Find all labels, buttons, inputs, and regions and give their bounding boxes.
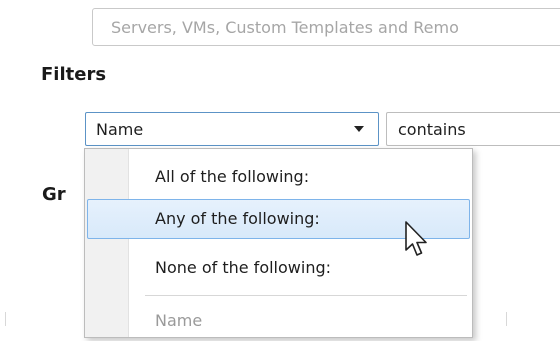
filter-field-select[interactable]: Name: [85, 112, 379, 146]
scope-field[interactable]: Servers, VMs, Custom Templates and Remo: [92, 8, 560, 46]
menu-item-name[interactable]: Name: [87, 301, 470, 341]
divider: [506, 312, 507, 326]
menu-item-label: All of the following:: [155, 167, 310, 186]
filter-field-value: Name: [96, 120, 144, 139]
scope-text: Servers, VMs, Custom Templates and Remo: [111, 18, 459, 37]
filter-operator-select[interactable]: contains: [386, 112, 560, 146]
mouse-pointer-icon: [405, 221, 427, 256]
chevron-down-icon[interactable]: [354, 126, 364, 132]
filters-heading: Filters: [41, 64, 107, 85]
menu-item-label: Any of the following:: [155, 209, 320, 228]
filter-operator-value: contains: [398, 120, 466, 139]
menu-item-label: Name: [155, 311, 203, 330]
group-heading: Gr: [42, 184, 66, 205]
menu-separator: [145, 295, 467, 296]
menu-item-label: None of the following:: [155, 258, 331, 277]
menu-item-all-of-the-following[interactable]: All of the following:: [87, 157, 470, 197]
divider: [5, 312, 6, 326]
